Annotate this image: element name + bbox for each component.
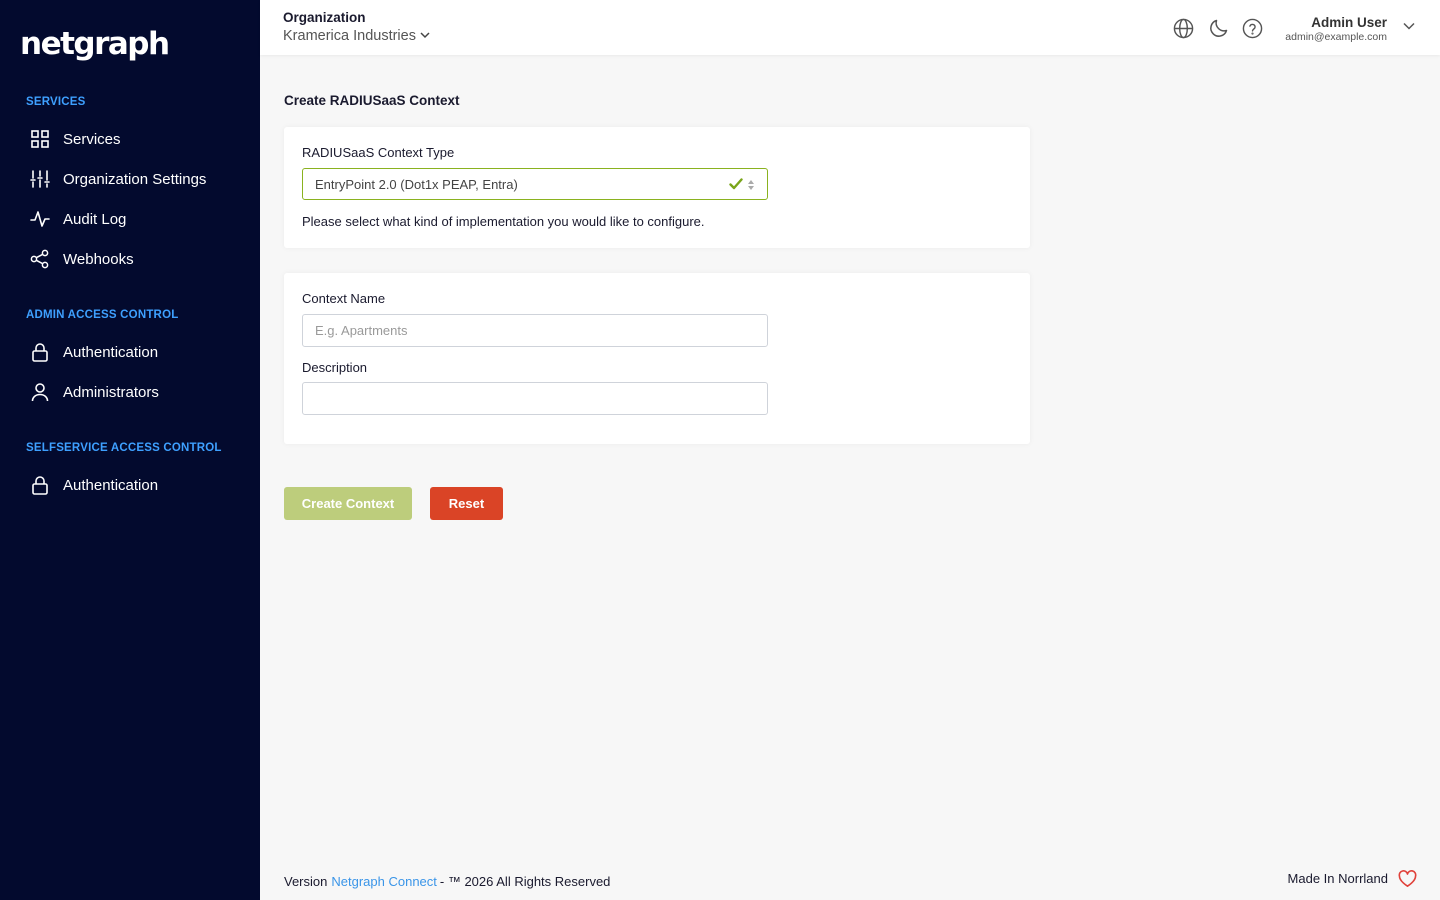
organization-name: Kramerica Industries: [283, 28, 416, 44]
sliders-icon: [30, 169, 50, 189]
sidebar-item-organization-settings[interactable]: Organization Settings: [30, 165, 245, 193]
top-header: Organization Kramerica Industries Admin …: [260, 0, 1440, 55]
lock-icon: [30, 342, 50, 362]
organization-selector[interactable]: Kramerica Industries: [283, 27, 431, 45]
user-icon: [30, 382, 50, 402]
context-type-card: RADIUSaaS Context Type EntryPoint 2.0 (D…: [284, 127, 1030, 248]
netgraph-logo[interactable]: netgraph: [20, 26, 170, 62]
section-title-services: SERVICES: [26, 96, 86, 108]
netgraph-connect-link[interactable]: Netgraph Connect: [331, 874, 437, 889]
sidebar-item-audit-log[interactable]: Audit Log: [30, 205, 245, 233]
context-type-help: Please select what kind of implementatio…: [302, 214, 705, 229]
made-in-text: Made In Norrland: [1287, 871, 1388, 886]
sidebar-item-label: Administrators: [63, 383, 159, 401]
context-name-label: Context Name: [302, 291, 386, 306]
reset-button[interactable]: Reset: [430, 487, 503, 520]
create-context-button[interactable]: Create Context: [284, 487, 412, 520]
help-circle-icon[interactable]: [1241, 17, 1263, 39]
context-type-select[interactable]: EntryPoint 2.0 (Dot1x PEAP, Entra): [302, 168, 768, 200]
user-email: admin@example.com: [1285, 31, 1387, 43]
select-arrows-icon: [747, 179, 755, 194]
moon-icon[interactable]: [1208, 17, 1230, 39]
globe-icon[interactable]: [1172, 17, 1194, 39]
sidebar-item-label: Services: [63, 130, 121, 148]
chevron-down-icon[interactable]: [1402, 19, 1416, 38]
copyright-text: - ™ 2026 All Rights Reserved: [439, 874, 611, 889]
section-title-admin-access-control: ADMIN ACCESS CONTROL: [26, 309, 179, 321]
sidebar-item-label: Audit Log: [63, 210, 127, 228]
sidebar-item-label: Organization Settings: [63, 170, 207, 188]
sidebar-item-services[interactable]: Services: [30, 125, 245, 153]
sidebar-item-selfservice-authentication[interactable]: Authentication: [30, 471, 245, 499]
chevron-down-icon: [419, 29, 431, 45]
sidebar-item-admin-authentication[interactable]: Authentication: [30, 338, 245, 366]
sidebar-item-label: Webhooks: [63, 250, 134, 268]
sidebar-item-webhooks[interactable]: Webhooks: [30, 245, 245, 273]
page-title: Create RADIUSaaS Context: [284, 93, 460, 108]
sidebar-item-label: Authentication: [63, 343, 159, 361]
user-name[interactable]: Admin User: [1311, 15, 1387, 30]
check-icon: [729, 177, 743, 194]
footer-version: Version Netgraph Connect - ™ 2026 All Righ…: [284, 874, 610, 889]
description-label: Description: [302, 360, 368, 375]
organization-label: Organization: [283, 10, 366, 25]
section-title-selfservice-access-control: SELFSERVICE ACCESS CONTROL: [26, 442, 222, 454]
context-type-value: EntryPoint 2.0 (Dot1x PEAP, Entra): [315, 176, 518, 192]
sidebar: netgraph SERVICES Services Organization …: [0, 0, 260, 900]
lock-icon: [30, 475, 50, 495]
grid-icon: [30, 129, 50, 149]
description-input[interactable]: [302, 382, 768, 415]
activity-icon: [30, 209, 50, 229]
sidebar-item-label: Authentication: [63, 476, 159, 494]
sidebar-item-administrators[interactable]: Administrators: [30, 378, 245, 406]
context-details-card: Context Name Description: [284, 273, 1030, 444]
context-type-label: RADIUSaaS Context Type: [302, 145, 455, 160]
version-prefix: Version: [284, 874, 328, 889]
context-name-input[interactable]: [302, 314, 768, 347]
heart-icon: [1398, 870, 1417, 893]
share-icon: [30, 249, 50, 269]
